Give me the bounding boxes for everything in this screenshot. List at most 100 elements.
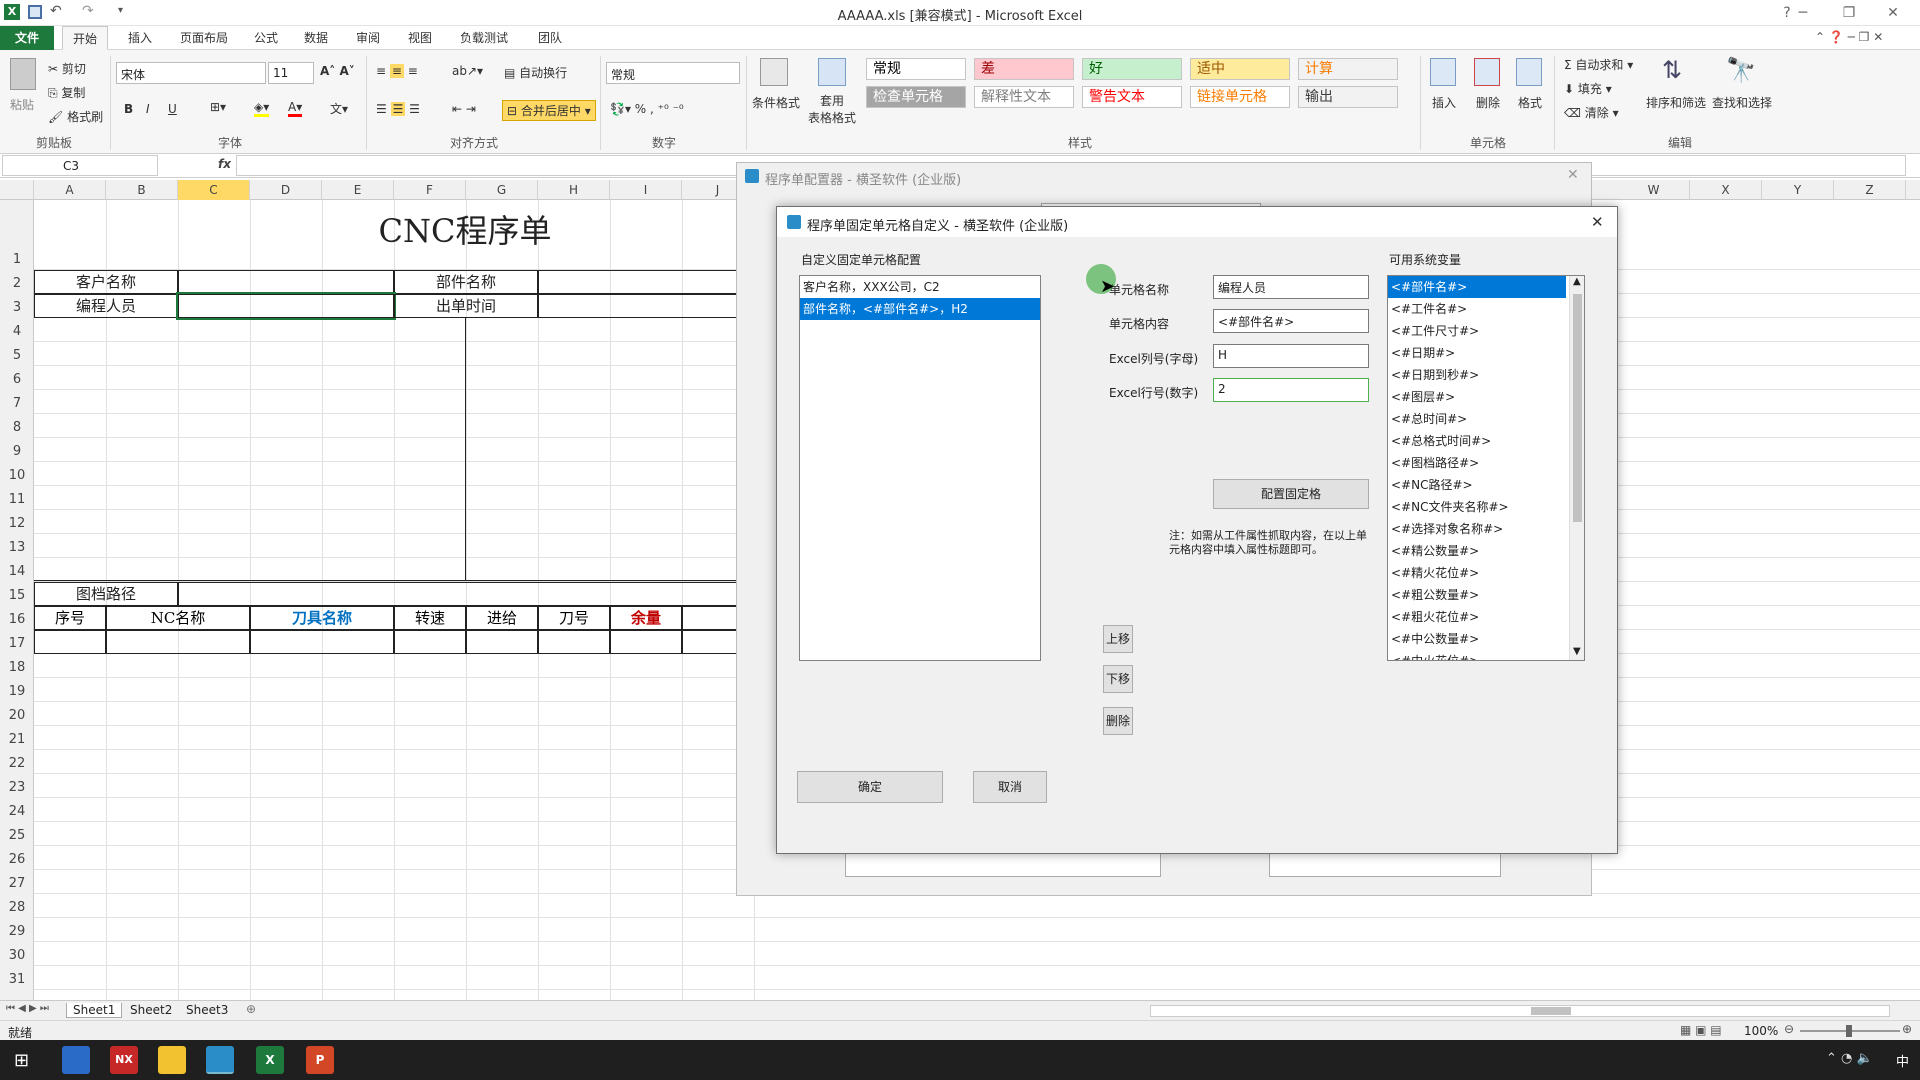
zoom-level[interactable]: 100% bbox=[1744, 1024, 1778, 1038]
restore-button[interactable]: ❐ bbox=[1832, 2, 1866, 24]
table-header-cell-empty[interactable] bbox=[682, 606, 738, 630]
close-button[interactable]: ✕ bbox=[1876, 2, 1910, 24]
paste-icon[interactable] bbox=[10, 58, 36, 90]
conditional-format-icon[interactable] bbox=[760, 58, 788, 86]
time-value-cell[interactable] bbox=[538, 294, 738, 318]
insert-cells-icon[interactable] bbox=[1430, 58, 1456, 86]
tab-file[interactable]: 文件 bbox=[0, 26, 54, 50]
grow-font-button[interactable]: A˄ A˅ bbox=[320, 64, 355, 78]
system-var-item[interactable]: <#日期#> bbox=[1388, 342, 1566, 364]
format-cells-button[interactable]: 格式 bbox=[1518, 94, 1542, 111]
row-header[interactable]: 3 bbox=[0, 300, 34, 315]
dialog-close-icon[interactable]: ✕ bbox=[1591, 213, 1604, 231]
number-format-buttons[interactable]: 💱▾ % , ⁺⁰ ⁻⁰ bbox=[610, 102, 684, 116]
minimize-button[interactable]: ─ bbox=[1786, 2, 1820, 24]
powerpoint-taskbar-icon[interactable]: P bbox=[306, 1046, 334, 1074]
ribbon-options-icons[interactable]: ⌃ ❓ ─ ❐ ✕ bbox=[1815, 30, 1883, 44]
excel-column-input[interactable]: H bbox=[1213, 344, 1369, 368]
merge-center-button[interactable]: ⊟ 合并后居中 ▾ bbox=[502, 100, 596, 121]
row-header[interactable]: 16 bbox=[0, 612, 34, 627]
find-select-icon[interactable]: 🔭 bbox=[1726, 56, 1756, 84]
excel-taskbar-icon[interactable]: X bbox=[256, 1046, 284, 1074]
row-header[interactable]: 6 bbox=[0, 372, 34, 387]
tab-home[interactable]: 开始 bbox=[62, 26, 109, 50]
align-left-button[interactable]: ☰ ☰ ☰ bbox=[376, 102, 420, 116]
system-var-item[interactable]: <#精公数量#> bbox=[1388, 540, 1566, 562]
format-cells-icon[interactable] bbox=[1516, 58, 1542, 86]
table-header-cell[interactable]: 刀具名称 bbox=[250, 606, 394, 630]
system-var-item[interactable]: <#图层#> bbox=[1388, 386, 1566, 408]
tab-team[interactable]: 团队 bbox=[528, 26, 572, 50]
taskbar-app-icon[interactable] bbox=[62, 1046, 90, 1074]
config-list[interactable]: 客户名称，XXX公司，C2 部件名称，<#部件名#>，H2 bbox=[799, 275, 1041, 661]
sheet-tab-2[interactable]: Sheet2 bbox=[124, 1003, 178, 1017]
fill-button[interactable]: ⬇ 填充 ▾ bbox=[1564, 80, 1612, 97]
conditional-format-button[interactable]: 条件格式 bbox=[752, 94, 800, 111]
cut-button[interactable]: ✂ 剪切 bbox=[48, 60, 86, 77]
row-header[interactable]: 25 bbox=[0, 828, 34, 843]
column-header[interactable]: I bbox=[610, 180, 682, 200]
zoom-slider-thumb[interactable] bbox=[1846, 1025, 1852, 1037]
system-var-item[interactable]: <#总时间#> bbox=[1388, 408, 1566, 430]
sheet-tab-3[interactable]: Sheet3 bbox=[180, 1003, 234, 1017]
row-header[interactable]: 30 bbox=[0, 948, 34, 963]
move-down-button[interactable]: 下移 bbox=[1103, 665, 1133, 693]
table-header-cell[interactable]: 刀号 bbox=[538, 606, 610, 630]
column-header[interactable]: X bbox=[1690, 180, 1762, 200]
phonetic-button[interactable]: 文▾ bbox=[330, 100, 348, 117]
row-header[interactable]: 23 bbox=[0, 780, 34, 795]
ime-indicator[interactable]: 中 bbox=[1896, 1051, 1909, 1070]
name-box[interactable]: C3 bbox=[2, 155, 158, 176]
zoom-out-icon[interactable]: ⊖ bbox=[1784, 1022, 1794, 1036]
underline-button[interactable]: U bbox=[168, 102, 177, 116]
cell-style-6[interactable]: 解释性文本 bbox=[974, 86, 1074, 108]
system-var-item[interactable]: <#图档路径#> bbox=[1388, 452, 1566, 474]
cell-style-5[interactable]: 检查单元格 bbox=[866, 86, 966, 108]
table-data-cell[interactable] bbox=[682, 630, 738, 654]
insert-cells-button[interactable]: 插入 bbox=[1432, 94, 1456, 111]
row-header[interactable]: 7 bbox=[0, 396, 34, 411]
row-header[interactable]: 21 bbox=[0, 732, 34, 747]
column-header[interactable]: E bbox=[322, 180, 394, 200]
config-list-item[interactable]: 客户名称，XXX公司，C2 bbox=[800, 276, 1040, 298]
path-value-cell[interactable] bbox=[178, 582, 738, 606]
cell-content-input[interactable]: <#部件名#> bbox=[1213, 309, 1369, 333]
row-header[interactable]: 8 bbox=[0, 420, 34, 435]
table-header-cell[interactable]: 进给 bbox=[466, 606, 538, 630]
column-header[interactable]: G bbox=[466, 180, 538, 200]
customer-label-cell[interactable]: 客户名称 bbox=[34, 270, 178, 294]
table-format-icon[interactable] bbox=[818, 58, 846, 86]
font-color-button[interactable]: A▾ bbox=[288, 100, 303, 117]
system-var-item[interactable]: <#中公数量#> bbox=[1388, 628, 1566, 650]
orientation-button[interactable]: ab↗▾ bbox=[452, 64, 483, 78]
delete-cells-icon[interactable] bbox=[1474, 58, 1500, 86]
cell-style-8[interactable]: 链接单元格 bbox=[1190, 86, 1290, 108]
move-up-button[interactable]: 上移 bbox=[1103, 625, 1133, 653]
horizontal-scroll-thumb[interactable] bbox=[1531, 1007, 1571, 1015]
config-list-item[interactable]: 部件名称，<#部件名#>，H2 bbox=[800, 298, 1040, 320]
ok-button[interactable]: 确定 bbox=[797, 771, 943, 803]
cell-style-3[interactable]: 适中 bbox=[1190, 58, 1290, 80]
row-header[interactable]: 20 bbox=[0, 708, 34, 723]
table-data-cell[interactable] bbox=[34, 630, 106, 654]
file-explorer-icon[interactable] bbox=[158, 1046, 186, 1074]
path-label-cell[interactable]: 图档路径 bbox=[34, 582, 178, 606]
row-header[interactable]: 18 bbox=[0, 660, 34, 675]
sheet-tab-1[interactable]: Sheet1 bbox=[66, 1003, 123, 1018]
sort-filter-icon[interactable]: ⇅ bbox=[1662, 56, 1682, 84]
table-header-cell[interactable]: NC名称 bbox=[106, 606, 250, 630]
programmer-value-cell[interactable] bbox=[176, 292, 396, 320]
table-header-cell[interactable]: 序号 bbox=[34, 606, 106, 630]
row-header[interactable]: 9 bbox=[0, 444, 34, 459]
cell-style-9[interactable]: 输出 bbox=[1298, 86, 1398, 108]
table-data-cell[interactable] bbox=[538, 630, 610, 654]
row-header[interactable]: 1 bbox=[0, 252, 34, 267]
column-header[interactable]: W bbox=[1618, 180, 1690, 200]
row-header[interactable]: 22 bbox=[0, 756, 34, 771]
tab-formulas[interactable]: 公式 bbox=[244, 26, 288, 50]
system-var-item[interactable]: <#精火花位#> bbox=[1388, 562, 1566, 584]
format-painter-button[interactable]: 🖌 格式刷 bbox=[48, 108, 103, 125]
bold-button[interactable]: B bbox=[124, 102, 133, 116]
row-header[interactable]: 4 bbox=[0, 324, 34, 339]
system-vars-list[interactable]: <#部件名#> <#工件名#> <#工件尺寸#> <#日期#> <#日期到秒#> <#图层… bbox=[1387, 275, 1585, 661]
